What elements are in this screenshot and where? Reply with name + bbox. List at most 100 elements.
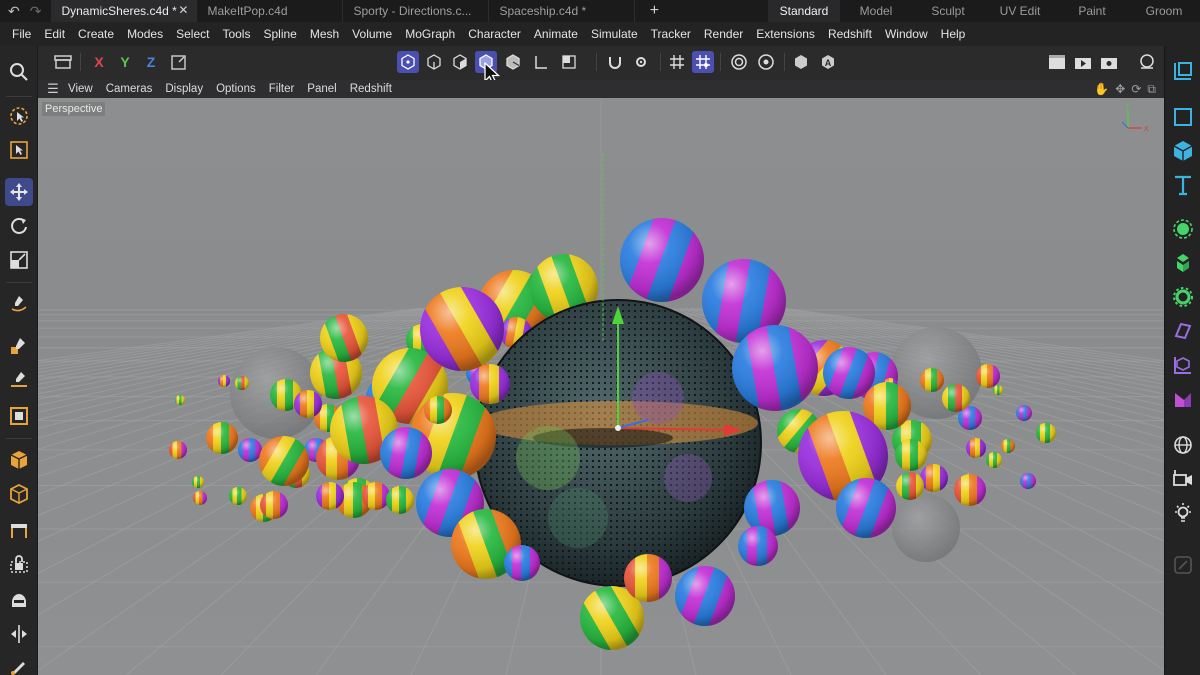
- tab-spaceship[interactable]: Spaceship.c4d *: [489, 0, 636, 22]
- object-mode-icon[interactable]: [423, 51, 445, 73]
- menu-window[interactable]: Window: [881, 27, 932, 41]
- move-view-icon[interactable]: ✥: [1115, 82, 1125, 97]
- polygon-object-icon[interactable]: [5, 480, 33, 508]
- bridge-tool-icon[interactable]: [5, 516, 33, 544]
- solo-mode-icon[interactable]: [728, 51, 750, 73]
- lock-z-axis-button[interactable]: Z: [140, 51, 162, 73]
- undo-icon[interactable]: ↶: [8, 3, 20, 20]
- maximize-view-icon[interactable]: ⧉: [1147, 82, 1156, 97]
- paint-brush-icon[interactable]: [5, 652, 33, 675]
- vp-menu-panel[interactable]: Panel: [307, 83, 336, 95]
- tab-dynamicsheres[interactable]: DynamicSheres.c4d * ✕: [51, 0, 198, 22]
- pen-spline-icon[interactable]: [5, 290, 33, 318]
- menu-modes[interactable]: Modes: [123, 27, 167, 41]
- menu-tools[interactable]: Tools: [218, 27, 254, 41]
- tab-makeitpop[interactable]: MakeItPop.c4d: [197, 0, 344, 22]
- object-manager-icon[interactable]: [52, 51, 74, 73]
- deformer-bend-icon[interactable]: [1170, 318, 1196, 344]
- helmet-tool-icon[interactable]: [5, 586, 33, 614]
- menu-character[interactable]: Character: [464, 27, 525, 41]
- plane-object-icon[interactable]: [1170, 104, 1196, 130]
- render-settings-icon[interactable]: [1098, 51, 1120, 73]
- fracture-object-icon[interactable]: [1170, 250, 1196, 276]
- menu-help[interactable]: Help: [937, 27, 970, 41]
- layout-uv-edit[interactable]: UV Edit: [984, 0, 1056, 22]
- menu-mograph[interactable]: MoGraph: [401, 27, 459, 41]
- tab-sporty-directions[interactable]: Sporty - Directions.c...: [343, 0, 490, 22]
- redshift-ipr-icon[interactable]: [1136, 51, 1158, 73]
- menu-edit[interactable]: Edit: [40, 27, 69, 41]
- redo-icon[interactable]: ↷: [30, 3, 42, 20]
- vp-menu-redshift[interactable]: Redshift: [350, 83, 392, 95]
- axis-mode-icon[interactable]: [530, 51, 552, 73]
- box-selection-icon[interactable]: [5, 136, 33, 164]
- scale-tool-icon[interactable]: [5, 246, 33, 274]
- knife-tool-icon[interactable]: [5, 366, 33, 394]
- pan-hand-icon[interactable]: ✋: [1094, 82, 1109, 97]
- render-view-icon[interactable]: [1072, 51, 1094, 73]
- polygon-pen-icon[interactable]: [5, 332, 33, 360]
- menu-simulate[interactable]: Simulate: [587, 27, 642, 41]
- extrude-tool-icon[interactable]: [5, 402, 33, 430]
- workplane-snap-button[interactable]: [692, 51, 714, 73]
- cube-primitive-icon[interactable]: [1170, 138, 1196, 164]
- lock-x-axis-button[interactable]: X: [88, 51, 110, 73]
- vp-menu-options[interactable]: Options: [216, 83, 256, 95]
- redshift-a-icon[interactable]: A: [817, 51, 839, 73]
- field-object-icon[interactable]: [1170, 352, 1196, 378]
- menu-tracker[interactable]: Tracker: [647, 27, 695, 41]
- uv-mode-icon[interactable]: [502, 51, 524, 73]
- menu-spline[interactable]: Spline: [259, 27, 300, 41]
- hamburger-menu-icon[interactable]: ☰: [38, 81, 68, 97]
- disabled-tool-icon[interactable]: [1170, 552, 1196, 578]
- light-object-icon[interactable]: [1170, 500, 1196, 526]
- menu-redshift[interactable]: Redshift: [824, 27, 876, 41]
- menu-render[interactable]: Render: [700, 27, 747, 41]
- live-selection-icon[interactable]: [5, 102, 33, 130]
- perspective-viewport[interactable]: Y X Perspective: [38, 98, 1164, 675]
- effector-gear-icon[interactable]: [1170, 284, 1196, 310]
- render-region-icon[interactable]: [1046, 51, 1068, 73]
- texture-mode-icon[interactable]: [558, 51, 580, 73]
- menu-create[interactable]: Create: [74, 27, 118, 41]
- menu-volume[interactable]: Volume: [348, 27, 396, 41]
- vp-menu-view[interactable]: View: [68, 83, 93, 95]
- orbit-icon[interactable]: ⟳: [1131, 82, 1141, 97]
- model-mode-button[interactable]: [397, 51, 419, 73]
- rotate-tool-icon[interactable]: [5, 212, 33, 240]
- soft-selection-icon[interactable]: [755, 51, 777, 73]
- grid-snap-icon[interactable]: [666, 51, 688, 73]
- lock-y-axis-button[interactable]: Y: [114, 51, 136, 73]
- move-tool-button[interactable]: [5, 178, 33, 206]
- search-icon[interactable]: [5, 58, 33, 86]
- menu-mesh[interactable]: Mesh: [306, 27, 343, 41]
- layout-sculpt[interactable]: Sculpt: [912, 0, 984, 22]
- volume-object-icon[interactable]: [1170, 386, 1196, 412]
- coordinate-system-icon[interactable]: [168, 51, 190, 73]
- text-object-icon[interactable]: [1170, 172, 1196, 198]
- layout-standard[interactable]: Standard: [768, 0, 840, 22]
- camera-object-icon[interactable]: [1170, 466, 1196, 492]
- cloner-object-icon[interactable]: [1170, 216, 1196, 242]
- add-tab-icon[interactable]: +: [641, 2, 667, 20]
- vp-menu-cameras[interactable]: Cameras: [106, 83, 153, 95]
- layout-groom[interactable]: Groom: [1128, 0, 1200, 22]
- camera-label[interactable]: Perspective: [42, 102, 106, 116]
- lock-workplane-icon[interactable]: [5, 550, 33, 578]
- menu-animate[interactable]: Animate: [530, 27, 582, 41]
- snap-magnet-icon[interactable]: [604, 51, 626, 73]
- snap-settings-icon[interactable]: [630, 51, 652, 73]
- cube-object-icon[interactable]: [5, 446, 33, 474]
- menu-file[interactable]: File: [8, 27, 35, 41]
- vp-menu-filter[interactable]: Filter: [269, 83, 295, 95]
- layout-model[interactable]: Model: [840, 0, 912, 22]
- environment-globe-icon[interactable]: [1170, 432, 1196, 458]
- vp-menu-display[interactable]: Display: [165, 83, 203, 95]
- menu-extensions[interactable]: Extensions: [752, 27, 819, 41]
- menu-select[interactable]: Select: [172, 27, 213, 41]
- bake-mesh-icon[interactable]: [790, 51, 812, 73]
- null-object-icon[interactable]: [1170, 58, 1196, 84]
- layout-paint[interactable]: Paint: [1056, 0, 1128, 22]
- mirror-tool-icon[interactable]: [5, 620, 33, 648]
- points-mode-icon[interactable]: [449, 51, 471, 73]
